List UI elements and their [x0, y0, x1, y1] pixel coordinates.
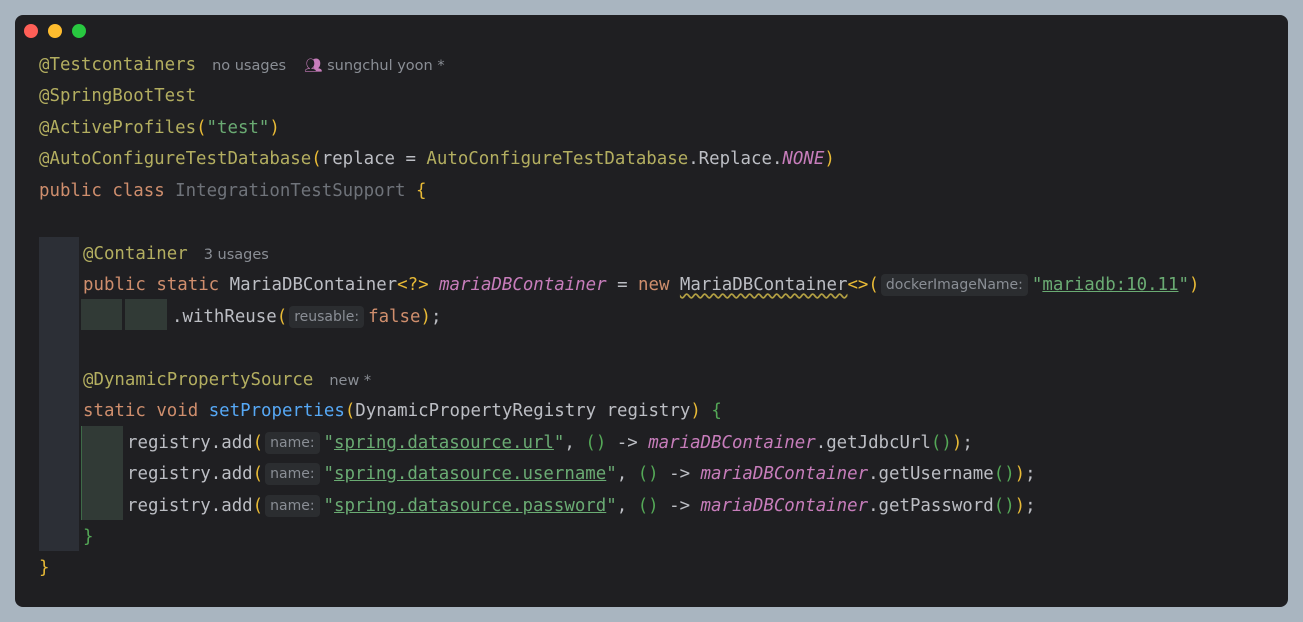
usages-text: no usages [212, 58, 287, 74]
registry-add: registry.add [127, 433, 253, 453]
class-name: IntegrationTestSupport [175, 181, 406, 201]
annotation-activeprofiles: @ActiveProfiles [39, 118, 197, 138]
member-ref: .Replace. [688, 149, 783, 169]
code-line-13[interactable]: registry.add(name: "spring.datasource.pas… [127, 494, 1036, 518]
people-icon: 👥︎ [304, 58, 323, 74]
param-hint: reusable: [289, 306, 365, 328]
assign: = [606, 275, 639, 295]
code-line-6[interactable]: @Container 3 usages [83, 242, 269, 266]
param-hint: dockerImageName: [880, 274, 1028, 296]
author-text: sungchul yoon * [327, 58, 445, 74]
maximize-button[interactable] [72, 24, 86, 38]
method-close-brace[interactable]: } [83, 525, 93, 549]
close-button[interactable] [24, 24, 38, 38]
param-name: replace = [321, 149, 427, 169]
diamond: <> [847, 275, 869, 295]
param-hint: name: [265, 463, 320, 485]
indent-guide-class-body [39, 237, 79, 551]
code-line-9[interactable]: @DynamicPropertySource new * [83, 368, 371, 392]
status-hint[interactable]: new * [329, 373, 371, 389]
keyword-void: void [156, 401, 199, 421]
method-call: .withReuse [172, 307, 277, 327]
registry-add: registry.add [127, 496, 253, 516]
class-ref: AutoConfigureTestDatabase [426, 149, 689, 169]
code-line-3[interactable]: @ActiveProfiles("test") [39, 116, 280, 140]
code-line-10[interactable]: static void setProperties(DynamicPropert… [83, 399, 722, 423]
string-literal: "test" [206, 118, 270, 138]
arrow: -> [658, 496, 701, 516]
minimize-button[interactable] [48, 24, 62, 38]
class-close-brace[interactable]: } [39, 556, 49, 580]
type-name: MariaDBContainer [229, 275, 398, 295]
method-params: DynamicPropertyRegistry registry [355, 401, 691, 421]
property-key[interactable]: spring.datasource.url [334, 433, 554, 453]
keyword-public: public [39, 181, 102, 201]
keyword-new: new [638, 275, 670, 295]
field-ref: mariaDBContainer [648, 433, 816, 453]
generic: <?> [397, 275, 429, 295]
constructor-name: MariaDBContainer [679, 275, 848, 295]
annotation-container: @Container [83, 244, 188, 264]
code-window: @Testcontainers no usages 👥︎ sungchul yoon… [15, 15, 1288, 607]
code-line-7[interactable]: public static MariaDBContainer<?> mariaD… [83, 273, 1199, 297]
field-ref: mariaDBContainer [700, 496, 869, 516]
annotation-testcontainers: @Testcontainers [39, 55, 197, 75]
docker-image-string[interactable]: mariadb:10.11 [1042, 275, 1178, 295]
getter: .getUsername [868, 464, 994, 484]
param-hint: name: [265, 495, 320, 517]
code-line-5[interactable]: public class IntegrationTestSupport { [39, 179, 426, 203]
registry-add: registry.add [127, 464, 253, 484]
param-hint: name: [265, 432, 320, 454]
keyword-class: class [112, 181, 165, 201]
keyword-static: static [156, 275, 220, 295]
boolean-literal: false [368, 307, 421, 327]
usages-hint[interactable]: 3 usages [204, 247, 269, 263]
method-name: setProperties [208, 401, 345, 421]
code-line-12[interactable]: registry.add(name: "spring.datasource.use… [127, 462, 1036, 486]
field-ref: mariaDBContainer [700, 464, 869, 484]
indent-guide-method-body [81, 426, 123, 520]
getter: .getJdbcUrl [815, 433, 931, 453]
code-line-8[interactable]: .withReuse(reusable: false); [83, 305, 441, 329]
usages-hint[interactable]: no usages 👥︎ sungchul yoon * [212, 58, 445, 74]
code-line-2[interactable]: @SpringBootTest [39, 84, 196, 108]
code-line-4[interactable]: @AutoConfigureTestDatabase(replace = Aut… [39, 147, 835, 171]
property-key[interactable]: spring.datasource.username [334, 464, 606, 484]
annotation-dynamicpropertysource: @DynamicPropertySource [83, 370, 314, 390]
code-line-11[interactable]: registry.add(name: "spring.datasource.url… [127, 431, 973, 455]
arrow: -> [606, 433, 649, 453]
keyword-public: public [83, 275, 146, 295]
property-key[interactable]: spring.datasource.password [334, 496, 606, 516]
enum-constant: NONE [782, 149, 825, 169]
keyword-static: static [83, 401, 146, 421]
annotation-springboottest: @SpringBootTest [39, 86, 197, 106]
getter: .getPassword [868, 496, 994, 516]
field-name: mariaDBContainer [439, 275, 607, 295]
code-line-1[interactable]: @Testcontainers no usages 👥︎ sungchul yoon… [39, 53, 445, 77]
annotation-autoconfigure: @AutoConfigureTestDatabase [39, 149, 312, 169]
arrow: -> [658, 464, 701, 484]
